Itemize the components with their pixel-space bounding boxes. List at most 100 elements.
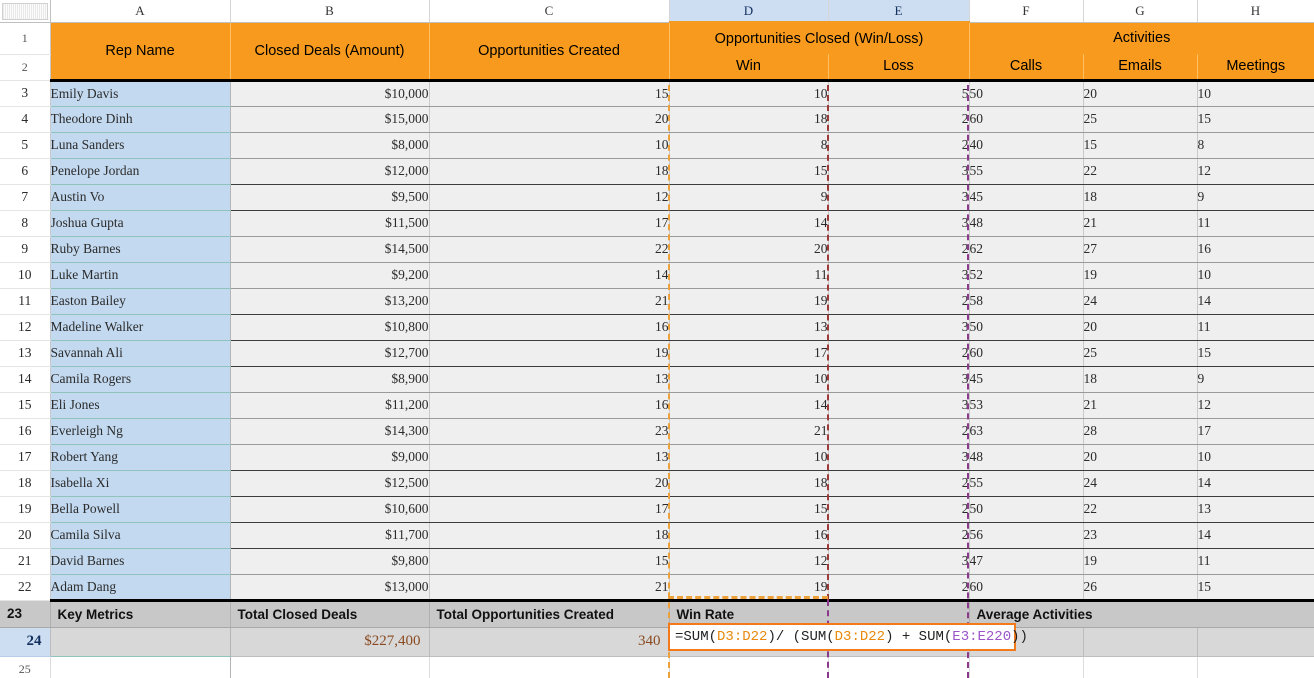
cell-rep-name[interactable]: Joshua Gupta — [50, 210, 231, 237]
row-header[interactable]: 20 — [0, 522, 51, 549]
cell-rep-name[interactable]: Emily Davis — [50, 80, 231, 107]
cell-loss[interactable]: 3 — [828, 314, 970, 341]
cell-meetings[interactable]: 12 — [1197, 392, 1314, 419]
cell-closed-deals[interactable]: $15,000 — [230, 106, 430, 133]
cell-closed-deals[interactable]: $12,000 — [230, 158, 430, 185]
cell-win[interactable]: 15 — [669, 496, 829, 523]
cell-rep-name[interactable]: Camila Silva — [50, 522, 231, 549]
cell-calls[interactable]: 50 — [969, 496, 1084, 523]
cell-loss[interactable]: 3 — [828, 392, 970, 419]
cell-calls[interactable]: 52 — [969, 262, 1084, 289]
cell-opportunities-created[interactable]: 17 — [429, 496, 670, 523]
cell-calls[interactable]: 50 — [969, 80, 1084, 107]
cell-opportunities-created[interactable]: 20 — [429, 106, 670, 133]
row-header[interactable]: 18 — [0, 470, 51, 497]
row-header[interactable]: 22 — [0, 574, 51, 601]
table-row[interactable]: 6 Penelope Jordan $12,000 18 15 3 55 22 … — [0, 158, 1314, 185]
column-header-d[interactable]: D — [669, 0, 829, 23]
cell-meetings[interactable]: 15 — [1197, 574, 1314, 602]
cell-closed-deals[interactable]: $10,000 — [230, 80, 430, 107]
table-row[interactable]: 20 Camila Silva $11,700 18 16 2 56 23 14 — [0, 522, 1314, 549]
table-row[interactable]: 9 Ruby Barnes $14,500 22 20 2 62 27 16 — [0, 236, 1314, 263]
cell-meetings[interactable]: 10 — [1197, 444, 1314, 471]
cell-rep-name[interactable]: Easton Bailey — [50, 288, 231, 315]
column-header-g[interactable]: G — [1083, 0, 1198, 23]
cell-emails[interactable]: 18 — [1083, 184, 1198, 211]
cell-rep-name[interactable]: Everleigh Ng — [50, 418, 231, 445]
cell-meetings[interactable]: 16 — [1197, 236, 1314, 263]
cell-win[interactable]: 11 — [669, 262, 829, 289]
cell-meetings[interactable]: 9 — [1197, 184, 1314, 211]
cell-meetings[interactable]: 11 — [1197, 548, 1314, 575]
cell-opportunities-created[interactable]: 20 — [429, 470, 670, 497]
cell-emails[interactable]: 21 — [1083, 210, 1198, 237]
cell-calls[interactable]: 47 — [969, 548, 1084, 575]
cell-opportunities-created[interactable]: 12 — [429, 184, 670, 211]
row-header[interactable]: 5 — [0, 132, 51, 159]
row-header[interactable]: 12 — [0, 314, 51, 341]
column-header-e[interactable]: E — [828, 0, 970, 23]
cell-emails[interactable]: 25 — [1083, 106, 1198, 133]
cell-calls[interactable]: 45 — [969, 184, 1084, 211]
cell-emails[interactable]: 21 — [1083, 392, 1198, 419]
cell-closed-deals[interactable]: $12,500 — [230, 470, 430, 497]
table-row[interactable]: 13 Savannah Ali $12,700 19 17 2 60 25 15 — [0, 340, 1314, 367]
cell-closed-deals[interactable]: $9,500 — [230, 184, 430, 211]
select-all-corner[interactable] — [0, 0, 51, 23]
row-header[interactable]: 11 — [0, 288, 51, 315]
cell-loss[interactable]: 2 — [828, 522, 970, 549]
cell-meetings[interactable]: 9 — [1197, 366, 1314, 393]
cell-loss[interactable]: 2 — [828, 132, 970, 159]
value-total-closed-deals[interactable]: $227,400 — [230, 627, 430, 657]
label-key-metrics[interactable]: Key Metrics — [50, 600, 231, 628]
cell-emails[interactable]: 27 — [1083, 236, 1198, 263]
cell-win[interactable]: 10 — [669, 366, 829, 393]
row-header[interactable]: 4 — [0, 106, 51, 133]
cell-calls[interactable]: 62 — [969, 236, 1084, 263]
cell-loss[interactable]: 2 — [828, 106, 970, 133]
cell-calls[interactable]: 60 — [969, 574, 1084, 602]
cell-b25[interactable] — [230, 656, 430, 678]
totals-row[interactable]: 24 $227,400 340 — [0, 627, 1314, 657]
table-row[interactable]: 3 Emily Davis $10,000 15 10 5 50 20 10 — [0, 80, 1314, 107]
cell-emails[interactable]: 20 — [1083, 80, 1198, 107]
cell-rep-name[interactable]: Madeline Walker — [50, 314, 231, 341]
table-row[interactable]: 19 Bella Powell $10,600 17 15 2 50 22 13 — [0, 496, 1314, 523]
row-header[interactable]: 19 — [0, 496, 51, 523]
cell-closed-deals[interactable]: $11,700 — [230, 522, 430, 549]
cell-opportunities-created[interactable]: 22 — [429, 236, 670, 263]
table-row[interactable]: 10 Luke Martin $9,200 14 11 3 52 19 10 — [0, 262, 1314, 289]
cell-calls[interactable]: 58 — [969, 288, 1084, 315]
table-row[interactable]: 11 Easton Bailey $13,200 21 19 2 58 24 1… — [0, 288, 1314, 315]
row-header[interactable]: 7 — [0, 184, 51, 211]
cell-rep-name[interactable]: David Barnes — [50, 548, 231, 575]
label-total-closed-deals[interactable]: Total Closed Deals — [230, 600, 430, 628]
empty-row-25[interactable]: 25 — [0, 656, 1314, 678]
cell-win[interactable]: 21 — [669, 418, 829, 445]
cell-emails[interactable]: 26 — [1083, 574, 1198, 602]
row-header-1[interactable]: 1 — [0, 22, 51, 55]
cell-emails[interactable]: 24 — [1083, 470, 1198, 497]
cell-win[interactable]: 12 — [669, 548, 829, 575]
column-header-a[interactable]: A — [50, 0, 231, 23]
cell-loss[interactable]: 3 — [828, 158, 970, 185]
cell-emails[interactable]: 28 — [1083, 418, 1198, 445]
cell-h25[interactable] — [1197, 656, 1314, 678]
cell-win[interactable]: 20 — [669, 236, 829, 263]
cell-closed-deals[interactable]: $14,500 — [230, 236, 430, 263]
cell-rep-name[interactable]: Austin Vo — [50, 184, 231, 211]
cell-emails[interactable]: 23 — [1083, 522, 1198, 549]
table-row[interactable]: 22 Adam Dang $13,000 21 19 2 60 26 15 — [0, 574, 1314, 602]
cell-calls[interactable]: 55 — [969, 470, 1084, 497]
cell-e25[interactable] — [828, 656, 970, 678]
cell-loss[interactable]: 3 — [828, 444, 970, 471]
column-header-h[interactable]: H — [1197, 0, 1314, 23]
table-row[interactable]: 15 Eli Jones $11,200 16 14 3 53 21 12 — [0, 392, 1314, 419]
cell-loss[interactable]: 2 — [828, 418, 970, 445]
cell-rep-name[interactable]: Eli Jones — [50, 392, 231, 419]
cell-emails[interactable]: 19 — [1083, 262, 1198, 289]
cell-closed-deals[interactable]: $13,200 — [230, 288, 430, 315]
table-row[interactable]: 8 Joshua Gupta $11,500 17 14 3 48 21 11 — [0, 210, 1314, 237]
row-header[interactable]: 16 — [0, 418, 51, 445]
cell-loss[interactable]: 3 — [828, 366, 970, 393]
